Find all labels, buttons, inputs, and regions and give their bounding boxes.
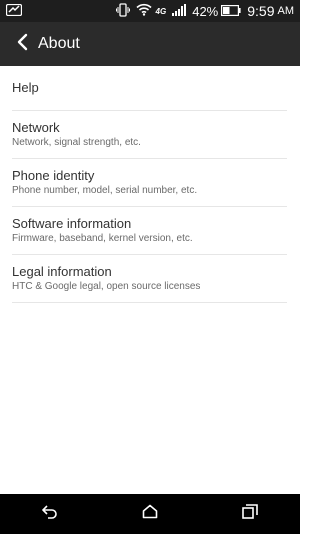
about-list: Help Network Network, signal strength, e… xyxy=(0,66,300,303)
nav-recent-apps-button[interactable] xyxy=(230,494,270,534)
status-left xyxy=(5,3,23,19)
back-button[interactable] xyxy=(8,22,36,66)
back-arrow-icon xyxy=(15,33,29,56)
item-title: Help xyxy=(12,80,39,95)
network-type-label: 4G xyxy=(155,6,167,16)
vibrate-icon xyxy=(115,2,130,20)
item-title: Network xyxy=(12,119,60,135)
list-item-help[interactable]: Help xyxy=(12,66,287,111)
battery-icon xyxy=(221,4,241,19)
item-title: Phone identity xyxy=(12,167,95,183)
status-right: 4G 42% 9:59 AM xyxy=(110,0,294,22)
battery-percent: 42% xyxy=(192,3,219,19)
wifi-icon xyxy=(135,3,152,19)
status-bar: 4G 42% 9:59 AM xyxy=(0,0,300,22)
clock-time: 9:59 xyxy=(247,3,275,19)
screen: 4G 42% 9:59 AM About Help Network Networ… xyxy=(0,0,300,534)
wallet-icon xyxy=(5,3,23,19)
action-bar: About xyxy=(0,22,300,66)
list-item-phone-identity[interactable]: Phone identity Phone number, model, seri… xyxy=(12,159,287,207)
signal-icon xyxy=(172,3,187,19)
item-subtitle: Phone number, model, serial number, etc. xyxy=(12,184,198,196)
nav-back-button[interactable] xyxy=(30,494,70,534)
clock-ampm: AM xyxy=(277,5,295,17)
item-subtitle: Network, signal strength, etc. xyxy=(12,136,141,148)
home-icon xyxy=(142,504,158,524)
nav-home-button[interactable] xyxy=(130,494,170,534)
recent-apps-icon xyxy=(242,504,258,524)
list-item-legal-information[interactable]: Legal information HTC & Google legal, op… xyxy=(12,255,287,303)
item-subtitle: Firmware, baseband, kernel version, etc. xyxy=(12,232,193,244)
page-title: About xyxy=(38,35,80,52)
list-item-network[interactable]: Network Network, signal strength, etc. xyxy=(12,111,287,159)
back-icon xyxy=(41,504,59,524)
list-item-software-information[interactable]: Software information Firmware, baseband,… xyxy=(12,207,287,255)
navigation-bar xyxy=(0,494,300,534)
item-subtitle: HTC & Google legal, open source licenses xyxy=(12,280,201,292)
item-title: Software information xyxy=(12,215,132,231)
item-title: Legal information xyxy=(12,263,112,279)
